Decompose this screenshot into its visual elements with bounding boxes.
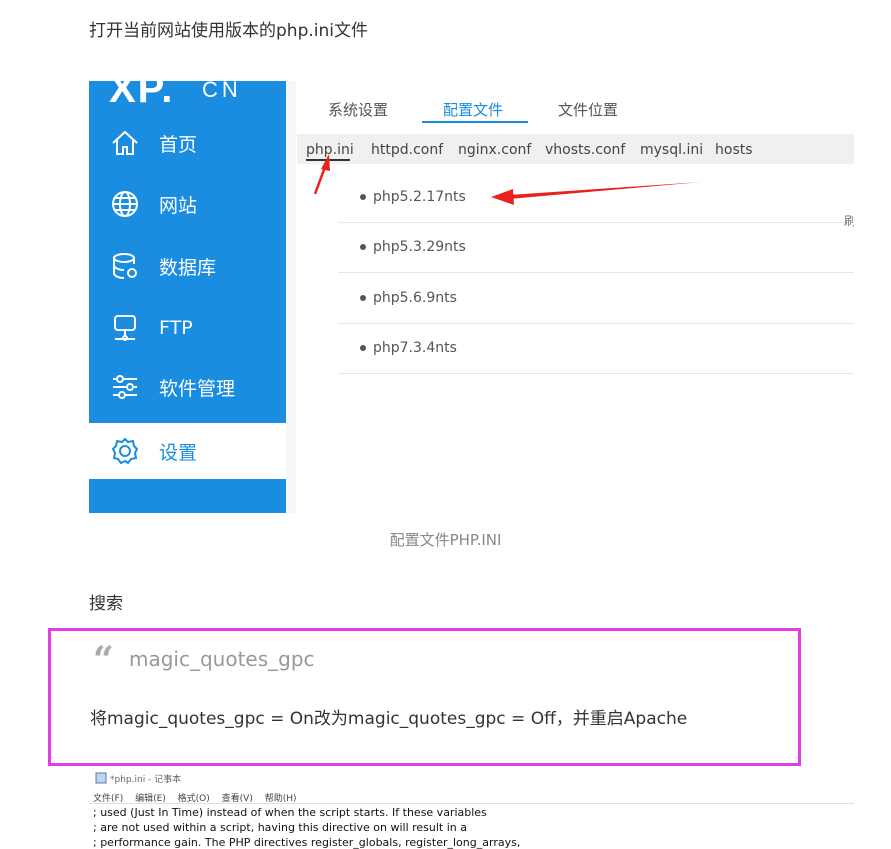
search-label: 搜索: [89, 594, 123, 614]
annotation-arrows: [313, 154, 701, 205]
arrow-to-php-ini-icon: [313, 154, 330, 195]
menu-divider: [89, 803, 854, 804]
notepad-line: ; used (Just In Time) instead of when th…: [93, 806, 487, 819]
notepad-icon: [95, 772, 107, 784]
blockquote: “ magic_quotes_gpc 将magic_quotes_gpc = O…: [48, 628, 801, 766]
image-caption: 配置文件PHP.INI: [389, 531, 502, 549]
notepad-title: *php.ini - 记事本: [110, 775, 182, 785]
quote-icon: “: [93, 639, 114, 681]
quote-heading: magic_quotes_gpc: [129, 647, 315, 671]
notepad-line: ; performance gain. The PHP directives r…: [93, 836, 521, 849]
panel-screenshot: XP. CN 首页 网站 数据库 FTP 软件管理 设置 系统设置 配置文件 文…: [89, 81, 854, 513]
arrow-to-php-version-icon: [491, 182, 701, 205]
notepad-screenshot: *php.ini - 记事本 文件(F) 编辑(E) 格式(O) 查看(V) 帮…: [89, 770, 854, 849]
intro-text: 打开当前网站使用版本的php.ini文件: [89, 21, 368, 41]
quote-body: 将magic_quotes_gpc = On改为magic_quotes_gpc…: [90, 709, 688, 729]
notepad-line: ; are not used within a script, having t…: [93, 821, 468, 834]
